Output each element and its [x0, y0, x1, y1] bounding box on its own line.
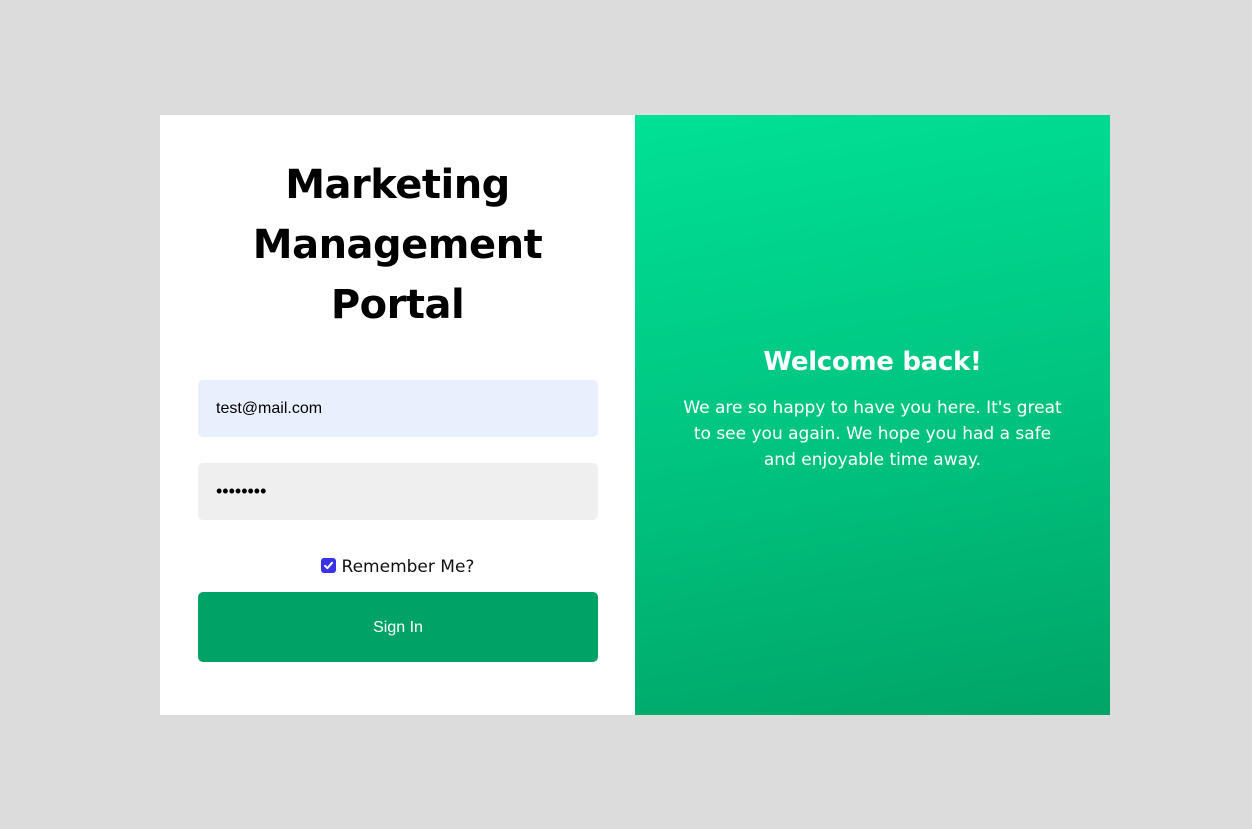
login-card: Marketing Management Portal test@mail.co…: [160, 115, 1110, 715]
remember-label[interactable]: Remember Me?: [342, 557, 475, 577]
welcome-heading: Welcome back!: [763, 347, 982, 377]
page: Marketing Management Portal test@mail.co…: [0, 0, 1252, 829]
email-value: test@mail.com: [216, 399, 323, 417]
remember-me: Remember Me?: [160, 556, 635, 578]
login-panel: Marketing Management Portal test@mail.co…: [160, 115, 635, 715]
welcome-message: We are so happy to have you here. It's g…: [683, 398, 1062, 470]
remember-checkbox[interactable]: [320, 557, 336, 573]
welcome-panel: Welcome back! We are so happy to have yo…: [635, 115, 1110, 715]
email-field[interactable]: test@mail.com: [198, 380, 598, 437]
check-icon: [323, 561, 333, 569]
page-title: Marketing Management Portal: [252, 162, 543, 328]
sign-in-button[interactable]: Sign In: [198, 592, 598, 662]
password-field[interactable]: ••••••••: [198, 463, 598, 520]
password-value: ••••••••: [216, 481, 267, 501]
